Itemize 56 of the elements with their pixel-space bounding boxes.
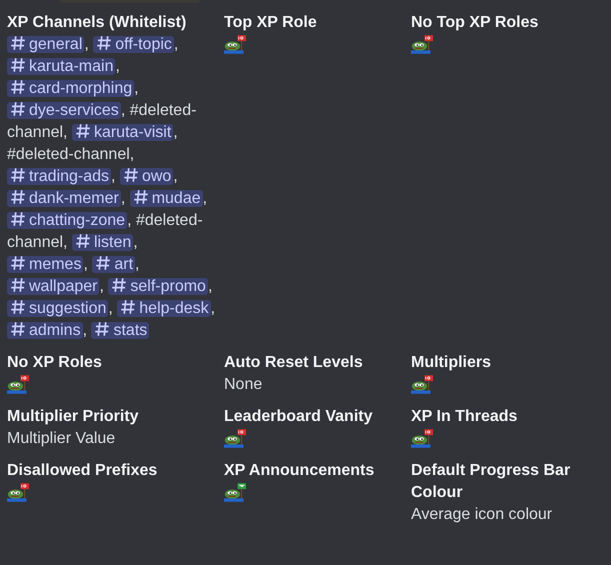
channel-mention[interactable]: stats bbox=[91, 322, 150, 339]
hash-icon bbox=[94, 254, 112, 272]
channel-mention[interactable]: karuta-main bbox=[7, 58, 116, 75]
hash-icon bbox=[119, 298, 138, 316]
field-title: No XP Roles bbox=[7, 353, 103, 373]
hash-icon bbox=[110, 276, 128, 294]
hash-icon bbox=[9, 276, 27, 294]
field-title: Leaderboard Vanity bbox=[224, 407, 374, 427]
hash-icon bbox=[9, 254, 27, 272]
field-title: XP Announcements bbox=[224, 461, 376, 481]
field-title: No Top XP Roles bbox=[411, 13, 540, 33]
hash-icon bbox=[9, 210, 27, 228]
hash-icon bbox=[9, 56, 27, 74]
channel-mention[interactable]: karuta-visit bbox=[72, 124, 174, 141]
hash-icon bbox=[132, 188, 150, 206]
hash-icon bbox=[74, 122, 92, 140]
channel-mention[interactable]: listen bbox=[72, 234, 134, 251]
hash-icon bbox=[95, 34, 114, 52]
field-title: Default Progress Bar Colour bbox=[411, 461, 572, 503]
channel-mention[interactable]: general bbox=[7, 36, 84, 53]
field-value: Average icon colour bbox=[411, 505, 554, 525]
channel-mention[interactable]: dye-services bbox=[7, 102, 121, 119]
field-title: Multiplier Priority bbox=[7, 407, 140, 427]
channel-mention[interactable]: trading-ads bbox=[7, 168, 112, 185]
hash-icon bbox=[9, 78, 27, 96]
hash-icon bbox=[74, 232, 92, 250]
channel-list: general, off-topic, karuta-main, card-morphing, dye-services, #deleted-channel, karuta-visit, #deleted-channel, trading-ads, owo, dank-memer, mudae, chatting-zone, #deleted-channel, listen, memes, art, wallpaper, self-promo, suggestion, help-desk, admins, stats bbox=[7, 34, 216, 342]
field-title: Multipliers bbox=[411, 353, 492, 373]
field-title: Auto Reset Levels bbox=[224, 353, 364, 373]
field-title: Disallowed Prefixes bbox=[7, 461, 158, 481]
channel-mention[interactable]: memes bbox=[7, 256, 84, 273]
channel-mention[interactable]: admins bbox=[7, 322, 83, 339]
hash-icon bbox=[9, 34, 27, 52]
field-title: XP In Threads bbox=[411, 407, 518, 427]
channel-mention[interactable]: self-promo bbox=[108, 278, 208, 295]
channel-mention[interactable]: card-morphing bbox=[7, 80, 134, 97]
field-value: Multiplier Value bbox=[7, 429, 116, 449]
channel-mention[interactable]: suggestion bbox=[7, 300, 108, 317]
channel-mention[interactable]: art bbox=[92, 256, 136, 273]
field-title: XP Channels (Whitelist) bbox=[7, 13, 188, 33]
field-value: None bbox=[224, 375, 264, 395]
hash-icon bbox=[9, 320, 27, 338]
hash-icon bbox=[9, 166, 27, 184]
channel-mention[interactable]: help-desk bbox=[117, 300, 211, 317]
channel-mention[interactable]: chatting-zone bbox=[7, 212, 128, 229]
channel-mention[interactable]: dank-memer bbox=[7, 190, 121, 207]
hash-icon bbox=[9, 298, 27, 316]
hash-icon bbox=[122, 166, 140, 184]
channel-mention[interactable]: mudae bbox=[130, 190, 203, 207]
channel-mention[interactable]: owo bbox=[120, 168, 174, 185]
hash-icon bbox=[93, 320, 112, 338]
hash-icon bbox=[9, 100, 27, 118]
channel-mention[interactable]: wallpaper bbox=[7, 278, 100, 295]
field-title: Top XP Role bbox=[224, 13, 318, 33]
hash-icon bbox=[9, 188, 27, 206]
channel-mention[interactable]: off-topic bbox=[93, 36, 174, 53]
